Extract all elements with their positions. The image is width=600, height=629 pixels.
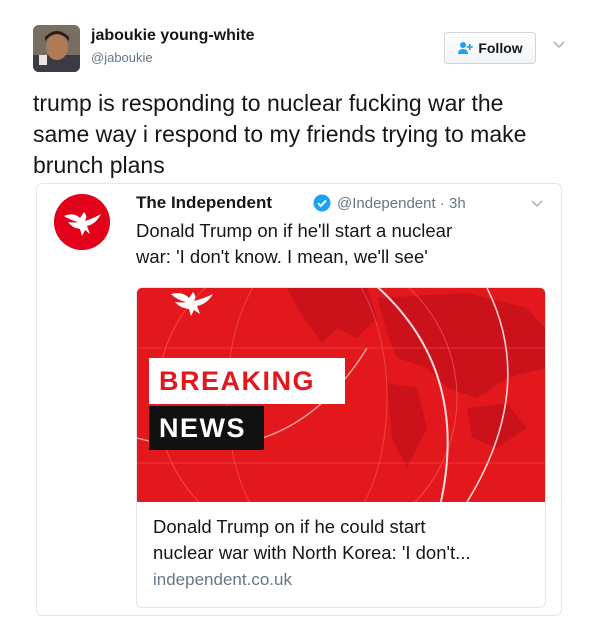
- tweet-text-line: trump is responding to nuclear fucking w…: [33, 90, 504, 116]
- quoted-author-name[interactable]: The Independent: [136, 193, 272, 213]
- quoted-tweet-text: Donald Trump on if he'll start a nuclear…: [136, 218, 536, 270]
- link-preview-card[interactable]: BREAKING NEWS Donald Trump on if he coul…: [136, 287, 546, 608]
- user-name[interactable]: jaboukie young-white: [91, 27, 255, 45]
- independent-avatar[interactable]: [54, 194, 110, 250]
- breaking-label: BREAKING: [149, 358, 346, 404]
- follow-person-icon: [458, 42, 474, 54]
- breaking-news-image: BREAKING NEWS: [137, 288, 545, 502]
- tweet-text-line: brunch plans: [33, 152, 165, 178]
- link-title: Donald Trump on if he could start nuclea…: [153, 514, 533, 566]
- quoted-text-line: Donald Trump on if he'll start a nuclear: [136, 220, 453, 241]
- quoted-text-line: war: 'I don't know. I mean, we'll see': [136, 246, 428, 267]
- link-domain: independent.co.uk: [153, 570, 292, 589]
- follow-button-label: Follow: [478, 40, 523, 56]
- chevron-down-icon[interactable]: [530, 198, 544, 208]
- follow-button[interactable]: Follow: [444, 32, 536, 64]
- tweet-text: trump is responding to nuclear fucking w…: [33, 88, 573, 181]
- link-title-line: Donald Trump on if he could start: [153, 516, 426, 537]
- chevron-down-icon[interactable]: [552, 39, 566, 49]
- tweet-text-line: same way i respond to my friends trying …: [33, 121, 527, 147]
- verified-badge-icon: [313, 194, 331, 212]
- quoted-handle-time[interactable]: @Independent · 3h: [337, 195, 466, 212]
- user-handle[interactable]: @jaboukie: [91, 50, 153, 65]
- avatar-photo: [33, 25, 80, 72]
- independent-eagle-logo: [54, 194, 110, 250]
- link-title-line: nuclear war with North Korea: 'I don't..…: [153, 542, 471, 563]
- news-label: NEWS: [149, 406, 264, 450]
- avatar[interactable]: [33, 25, 80, 72]
